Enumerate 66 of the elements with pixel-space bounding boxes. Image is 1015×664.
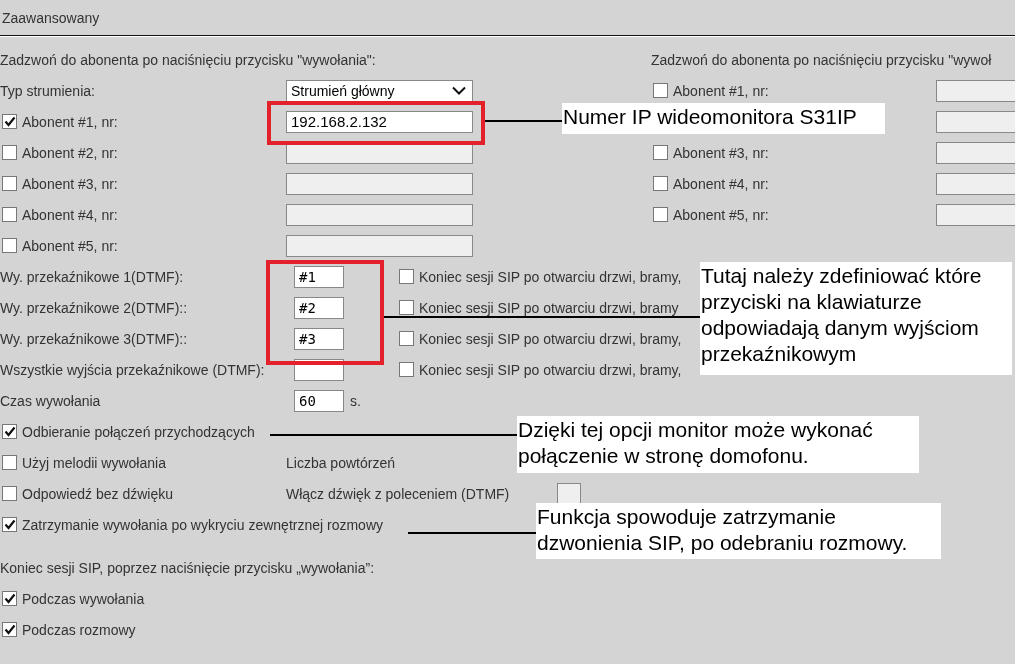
input-field[interactable] — [557, 482, 581, 505]
stream-type-select[interactable]: Strumień główny — [286, 79, 473, 102]
input-field[interactable] — [286, 172, 473, 195]
checkbox-label: Zatrzymanie wywołania po wykryciu zewnętrznej rozmowy — [22, 516, 383, 533]
section-heading: Zadzwoń do abonenta po naciśnięciu przycisku "wywoł — [651, 51, 992, 68]
checkbox-label: Użyj melodii wywołania — [22, 454, 166, 471]
checkbox-label: Koniec sesji SIP po otwarciu drzwi, bramy, — [419, 268, 682, 285]
field-label: Włącz dźwięk z poleceniem (DTMF) — [286, 485, 510, 502]
checkbox-label: Koniec sesji SIP po otwarciu drzwi, bramy, — [419, 361, 682, 378]
annotation-callout: Dzięki tej opcji monitor może wykonać połączenie w stronę domofonu. — [517, 416, 919, 473]
section-heading: Zadzwoń do abonenta po naciśnięciu przycisku "wywołania": — [0, 51, 376, 68]
checkbox[interactable] — [2, 622, 17, 637]
field-label: Abonent #3, nr: — [22, 175, 118, 192]
annotation-callout: Numer IP wideomonitora S31IP — [562, 103, 885, 134]
checkbox[interactable] — [653, 207, 668, 222]
field-label: Abonent #2, nr: — [22, 144, 118, 161]
checkbox-label: Odpowiedź bez dźwięku — [22, 485, 173, 502]
checkbox[interactable] — [2, 145, 17, 160]
input-field[interactable]: #2 — [294, 296, 344, 319]
checkbox-label: Podczas rozmowy — [22, 621, 136, 638]
checkbox[interactable] — [2, 176, 17, 191]
checkbox[interactable] — [653, 145, 668, 160]
checkbox[interactable] — [399, 269, 414, 284]
checkbox[interactable] — [2, 114, 17, 129]
checkbox[interactable] — [653, 176, 668, 191]
checkbox-label: Koniec sesji SIP po otwarciu drzwi, bramy, — [419, 330, 682, 347]
checkbox[interactable] — [2, 591, 17, 606]
checkbox-label: Podczas wywołania — [22, 590, 145, 607]
annotation-callout: Tutaj należy zdefiniować które przyciski na klawiaturze odpowiadają danym wyjściom przekaźnikowym — [700, 262, 1012, 375]
checkbox[interactable] — [399, 300, 414, 315]
field-label: Abonent #5, nr: — [673, 206, 769, 223]
checkbox[interactable] — [653, 83, 668, 98]
field-label: Abonent #1, nr: — [673, 82, 769, 99]
field-label: Abonent #4, nr: — [673, 175, 769, 192]
field-label: Typ strumienia: — [0, 82, 95, 99]
input-field[interactable]: 192.168.2.132 — [286, 110, 473, 133]
field-label: Czas wywołania — [0, 392, 101, 409]
checkbox-label: Odbieranie połączeń przychodzących — [22, 423, 255, 440]
field-label: Abonent #3, nr: — [673, 144, 769, 161]
field-label: Wy. przekaźnikowe 2(DTMF):: — [0, 299, 188, 316]
checkbox[interactable] — [399, 331, 414, 346]
field-label: Abonent #5, nr: — [22, 237, 118, 254]
field-label: Liczba powtórzeń — [286, 454, 395, 471]
input-field[interactable]: 60 — [294, 389, 344, 412]
field-label: Wy. przekaźnikowe 3(DTMF):: — [0, 330, 188, 347]
section-heading: Koniec sesji SIP, poprzez naciśnięcie przycisku „wywołania”: — [0, 559, 374, 576]
checkbox[interactable] — [2, 486, 17, 501]
input-field[interactable] — [286, 203, 473, 226]
annotation-callout: Funkcja spowoduje zatrzymanie dzwonienia SIP, po odebraniu rozmowy. — [536, 503, 941, 559]
field-label: Wszystkie wyjścia przekaźnikowe (DTMF): — [0, 361, 265, 378]
checkbox[interactable] — [2, 455, 17, 470]
checkbox[interactable] — [2, 207, 17, 222]
checkbox[interactable] — [2, 424, 17, 439]
input-field[interactable]: #3 — [294, 327, 344, 350]
input-field[interactable]: #1 — [294, 265, 344, 288]
checkbox-label: Koniec sesji SIP po otwarciu drzwi, bramy — [419, 299, 679, 316]
checkbox[interactable] — [2, 238, 17, 253]
section-title: Zaawansowany — [2, 9, 100, 26]
field-label: Abonent #1, nr: — [22, 113, 118, 130]
checkbox[interactable] — [2, 517, 17, 532]
checkbox[interactable] — [399, 362, 414, 377]
field-label: Wy. przekaźnikowe 1(DTMF): — [0, 268, 184, 285]
field-label: Abonent #4, nr: — [22, 206, 118, 223]
unit-label: s. — [350, 392, 361, 409]
chevron-down-icon — [452, 86, 466, 95]
input-field[interactable] — [286, 234, 473, 257]
